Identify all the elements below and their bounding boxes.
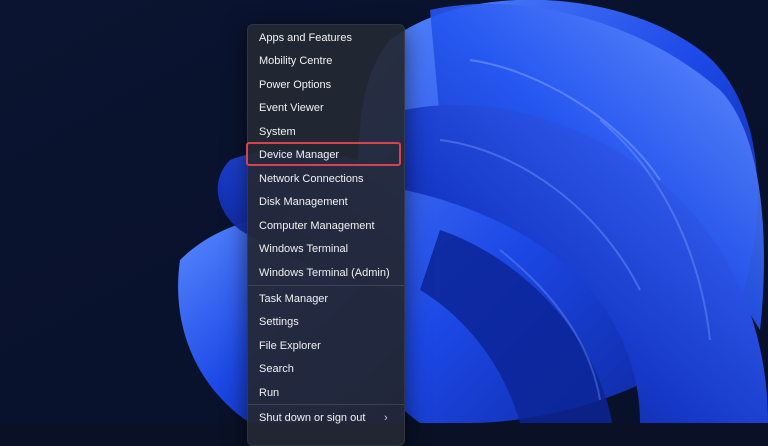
menu-item-apps-and-features[interactable]: Apps and Features bbox=[248, 27, 404, 49]
menu-item-run[interactable]: Run bbox=[248, 382, 404, 404]
menu-item-search[interactable]: Search bbox=[248, 358, 404, 380]
menu-item-settings[interactable]: Settings bbox=[248, 311, 404, 333]
menu-item-shut-down-or-sign-out[interactable]: Shut down or sign out › bbox=[248, 407, 404, 429]
menu-item-label: Shut down or sign out bbox=[259, 412, 366, 424]
menu-item-power-options[interactable]: Power Options bbox=[248, 74, 404, 96]
menu-item-task-manager[interactable]: Task Manager bbox=[248, 288, 404, 310]
menu-item-windows-terminal-admin[interactable]: Windows Terminal (Admin) bbox=[248, 262, 404, 284]
chevron-right-icon: › bbox=[384, 412, 388, 424]
menu-item-network-connections[interactable]: Network Connections bbox=[248, 168, 404, 190]
menu-separator bbox=[248, 285, 404, 286]
menu-item-file-explorer[interactable]: File Explorer bbox=[248, 335, 404, 357]
menu-item-device-manager[interactable]: Device Manager bbox=[248, 144, 404, 166]
menu-item-disk-management[interactable]: Disk Management bbox=[248, 191, 404, 213]
menu-item-windows-terminal[interactable]: Windows Terminal bbox=[248, 238, 404, 260]
menu-item-mobility-centre[interactable]: Mobility Centre bbox=[248, 50, 404, 72]
winx-context-menu: Apps and Features Mobility Centre Power … bbox=[246, 24, 405, 446]
menu-item-event-viewer[interactable]: Event Viewer bbox=[248, 97, 404, 119]
menu-item-computer-management[interactable]: Computer Management bbox=[248, 215, 404, 237]
menu-separator bbox=[248, 404, 404, 405]
menu-item-system[interactable]: System bbox=[248, 121, 404, 143]
